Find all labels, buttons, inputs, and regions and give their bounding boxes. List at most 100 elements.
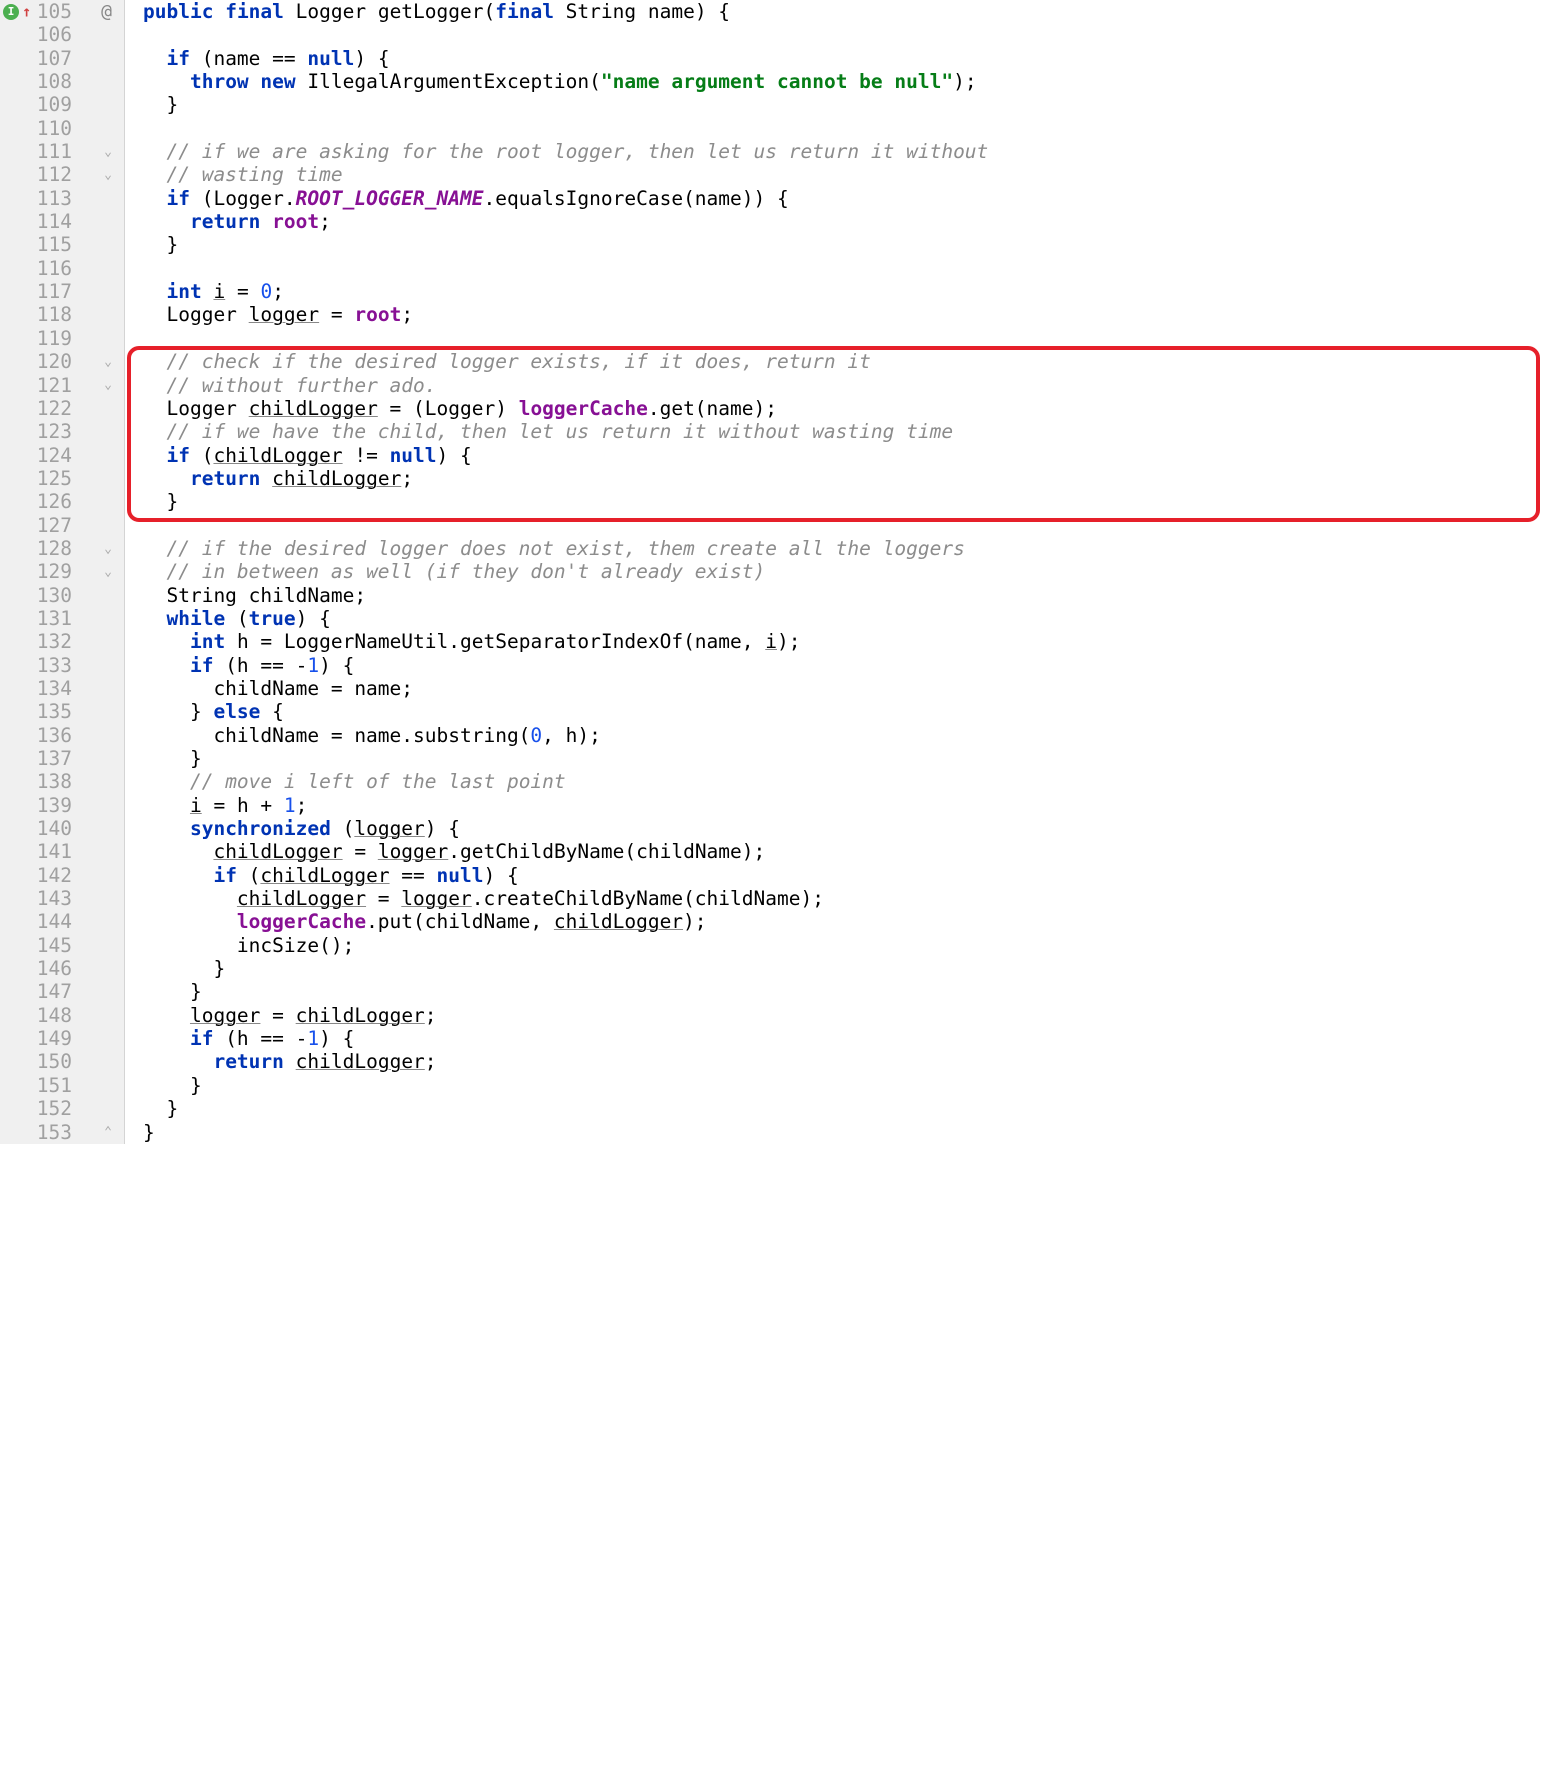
code-line[interactable]: if (childLogger == null) {	[143, 864, 1548, 887]
gutter-line[interactable]: 118	[0, 303, 116, 326]
code-line[interactable]: }	[143, 980, 1548, 1003]
annotation-icon[interactable]: @	[101, 0, 112, 23]
gutter-line[interactable]: 109	[0, 93, 116, 116]
gutter-line[interactable]: 129⌄	[0, 560, 116, 583]
code-line[interactable]: while (true) {	[143, 607, 1548, 630]
fold-toggle-icon[interactable]: ⌄	[104, 560, 112, 583]
code-line[interactable]: }	[143, 1074, 1548, 1097]
gutter-line[interactable]: 133	[0, 654, 116, 677]
code-line[interactable]: }	[143, 1097, 1548, 1120]
code-line[interactable]: childLogger = logger.getChildByName(chil…	[143, 840, 1548, 863]
gutter-line[interactable]: 137	[0, 747, 116, 770]
gutter-line[interactable]: 147	[0, 980, 116, 1003]
gutter-line[interactable]: 125	[0, 467, 116, 490]
gutter-line[interactable]: 145	[0, 934, 116, 957]
gutter-line[interactable]: 146	[0, 957, 116, 980]
code-line[interactable]: synchronized (logger) {	[143, 817, 1548, 840]
gutter-line[interactable]: 117	[0, 280, 116, 303]
code-line[interactable]: incSize();	[143, 934, 1548, 957]
gutter-line[interactable]: 126	[0, 490, 116, 513]
code-line[interactable]: if (childLogger != null) {	[143, 444, 1548, 467]
code-line[interactable]: // if we have the child, then let us ret…	[143, 420, 1548, 443]
code-line[interactable]: }	[143, 233, 1548, 256]
code-line[interactable]: public final Logger getLogger(final Stri…	[143, 0, 1548, 23]
gutter-line[interactable]: 128⌄	[0, 537, 116, 560]
gutter-line[interactable]: 124	[0, 444, 116, 467]
gutter-line[interactable]: 107	[0, 47, 116, 70]
fold-toggle-icon[interactable]: ⌄	[104, 163, 112, 186]
gutter-line[interactable]: 142	[0, 864, 116, 887]
gutter-line[interactable]: 106	[0, 23, 116, 46]
gutter-line[interactable]: 144	[0, 910, 116, 933]
code-line[interactable]: throw new IllegalArgumentException("name…	[143, 70, 1548, 93]
override-icon[interactable]: I	[3, 4, 19, 20]
code-line[interactable]: Logger logger = root;	[143, 303, 1548, 326]
code-line[interactable]	[143, 117, 1548, 140]
gutter-line[interactable]: 105I↑@	[0, 0, 116, 23]
code-line[interactable]: }	[143, 1121, 1548, 1144]
code-line[interactable]: // if we are asking for the root logger,…	[143, 140, 1548, 163]
code-line[interactable]	[143, 514, 1548, 537]
code-line[interactable]: childName = name.substring(0, h);	[143, 724, 1548, 747]
code-line[interactable]	[143, 257, 1548, 280]
code-line[interactable]: // check if the desired logger exists, i…	[143, 350, 1548, 373]
gutter-line[interactable]: 139	[0, 794, 116, 817]
gutter-line[interactable]: 110	[0, 117, 116, 140]
gutter-line[interactable]: 108	[0, 70, 116, 93]
code-line[interactable]: loggerCache.put(childName, childLogger);	[143, 910, 1548, 933]
gutter-line[interactable]: 140	[0, 817, 116, 840]
code-line[interactable]: }	[143, 957, 1548, 980]
gutter-line[interactable]: 115	[0, 233, 116, 256]
code-line[interactable]: // move i left of the last point	[143, 770, 1548, 793]
gutter-line[interactable]: 134	[0, 677, 116, 700]
code-line[interactable]: int h = LoggerNameUtil.getSeparatorIndex…	[143, 630, 1548, 653]
gutter-line[interactable]: 123	[0, 420, 116, 443]
gutter-line[interactable]: 114	[0, 210, 116, 233]
gutter-line[interactable]: 136	[0, 724, 116, 747]
code-line[interactable]: return root;	[143, 210, 1548, 233]
gutter-line[interactable]: 130	[0, 584, 116, 607]
gutter-line[interactable]: 127	[0, 514, 116, 537]
gutter-line[interactable]: 151	[0, 1074, 116, 1097]
gutter-line[interactable]: 135	[0, 700, 116, 723]
gutter-line[interactable]: 149	[0, 1027, 116, 1050]
code-line[interactable]: // if the desired logger does not exist,…	[143, 537, 1548, 560]
gutter-line[interactable]: 112⌄	[0, 163, 116, 186]
code-line[interactable]: if (h == -1) {	[143, 1027, 1548, 1050]
fold-toggle-icon[interactable]: ⌄	[104, 350, 112, 373]
fold-toggle-icon[interactable]: ⌃	[104, 1121, 112, 1144]
code-line[interactable]: if (name == null) {	[143, 47, 1548, 70]
code-line[interactable]: return childLogger;	[143, 467, 1548, 490]
code-line[interactable]: Logger childLogger = (Logger) loggerCach…	[143, 397, 1548, 420]
code-line[interactable]: }	[143, 747, 1548, 770]
gutter-line[interactable]: 138	[0, 770, 116, 793]
code-line[interactable]: childName = name;	[143, 677, 1548, 700]
code-line[interactable]	[143, 23, 1548, 46]
gutter-line[interactable]: 111⌄	[0, 140, 116, 163]
gutter-line[interactable]: 141	[0, 840, 116, 863]
code-line[interactable]: // in between as well (if they don't alr…	[143, 560, 1548, 583]
code-line[interactable]: i = h + 1;	[143, 794, 1548, 817]
code-line[interactable]: // without further ado.	[143, 374, 1548, 397]
gutter-line[interactable]: 148	[0, 1004, 116, 1027]
code-line[interactable]: logger = childLogger;	[143, 1004, 1548, 1027]
gutter-line[interactable]: 121⌄	[0, 374, 116, 397]
gutter-line[interactable]: 131	[0, 607, 116, 630]
code-line[interactable]	[143, 327, 1548, 350]
code-line[interactable]: childLogger = logger.createChildByName(c…	[143, 887, 1548, 910]
code-line[interactable]: }	[143, 93, 1548, 116]
fold-toggle-icon[interactable]: ⌄	[104, 140, 112, 163]
gutter-line[interactable]: 122	[0, 397, 116, 420]
gutter-line[interactable]: 152	[0, 1097, 116, 1120]
gutter-line[interactable]: 132	[0, 630, 116, 653]
editor-code-area[interactable]: public final Logger getLogger(final Stri…	[125, 0, 1548, 1144]
gutter-line[interactable]: 153⌃	[0, 1121, 116, 1144]
gutter-line[interactable]: 143	[0, 887, 116, 910]
gutter-line[interactable]: 150	[0, 1050, 116, 1073]
code-line[interactable]: int i = 0;	[143, 280, 1548, 303]
code-line[interactable]: } else {	[143, 700, 1548, 723]
gutter-line[interactable]: 120⌄	[0, 350, 116, 373]
code-line[interactable]: String childName;	[143, 584, 1548, 607]
gutter-line[interactable]: 116	[0, 257, 116, 280]
code-line[interactable]: }	[143, 490, 1548, 513]
